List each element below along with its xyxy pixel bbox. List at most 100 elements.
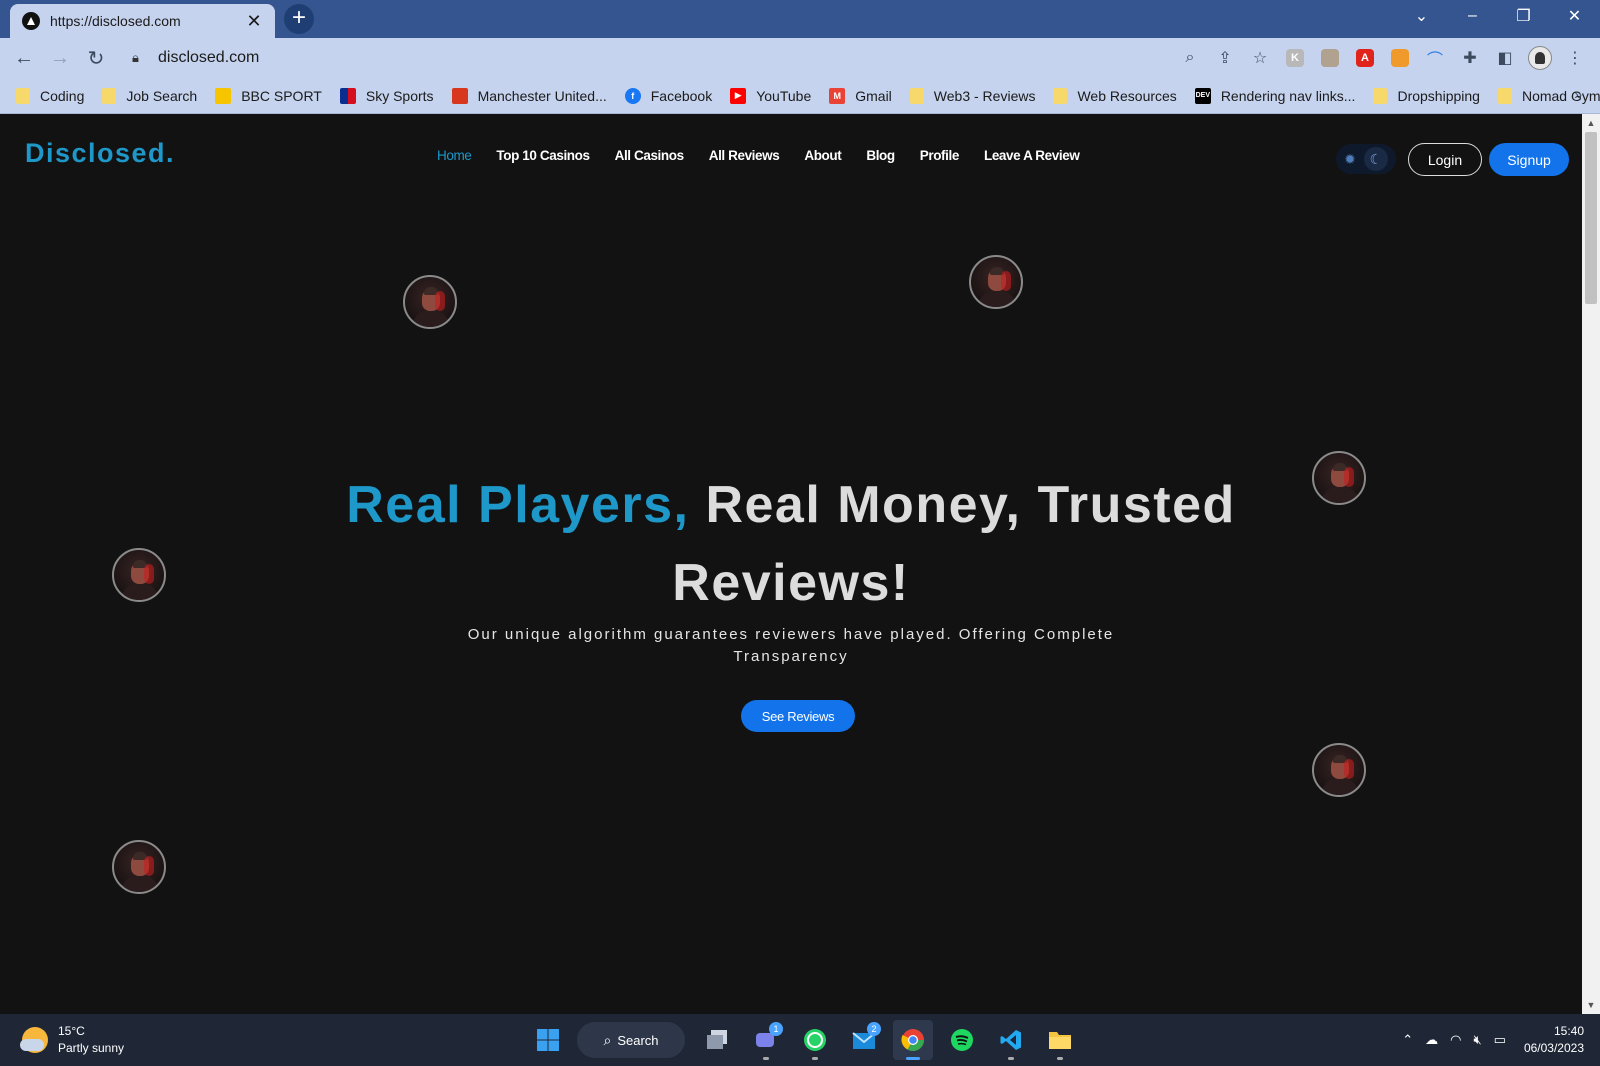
bookmark-item[interactable]: Coding: [16, 87, 84, 104]
bookmarks-bar: Coding Job Search BBC SPORT Sky Sports Manch…: [0, 78, 1600, 114]
bookmark-star-icon[interactable]: ☆: [1245, 43, 1275, 73]
teams-chat-icon[interactable]: 1: [746, 1020, 786, 1060]
back-icon[interactable]: ←: [6, 42, 42, 74]
toolbar-icons: ⌕ ⇪ ☆ K A ⌒ ✚ ◧ ⋮: [1170, 42, 1590, 74]
extension-adobe-icon[interactable]: A: [1350, 43, 1380, 73]
windows-taskbar: 15°C Partly sunny ⌕ Search 1 2 ⌃ ☁ ◠ 🔇︎ …: [0, 1014, 1600, 1066]
window-controls: ⌄ – ❐ ✕: [1396, 0, 1600, 32]
nav-link-about[interactable]: About: [804, 148, 841, 163]
bookmarks-overflow-icon[interactable]: »: [1574, 86, 1582, 102]
bookmark-label: Rendering nav links...: [1220, 87, 1356, 104]
bookmark-item[interactable]: Dropshipping: [1373, 87, 1480, 104]
site-favicon-icon: [22, 12, 40, 30]
windows-start-icon[interactable]: [528, 1020, 568, 1060]
restore-icon[interactable]: ❐: [1498, 0, 1549, 32]
login-button[interactable]: Login: [1408, 143, 1482, 176]
close-tab-icon[interactable]: ✕: [245, 12, 263, 30]
reviewer-avatar: [403, 275, 457, 329]
bookmark-item[interactable]: ▶ YouTube: [730, 87, 811, 104]
weather-desc: Partly sunny: [58, 1041, 125, 1055]
scroll-thumb[interactable]: [1585, 132, 1597, 304]
url-field[interactable]: 🔒︎ disclosed.com: [122, 42, 1252, 74]
nav-link-profile[interactable]: Profile: [920, 148, 960, 163]
bookmark-label: Nomad Gym: [1521, 87, 1600, 104]
reviewer-avatar: [969, 255, 1023, 309]
extensions-puzzle-icon[interactable]: ✚: [1455, 43, 1485, 73]
sun-icon[interactable]: ✹: [1344, 151, 1356, 168]
site-logo[interactable]: Disclosed.: [25, 138, 175, 169]
taskbar-search[interactable]: ⌕ Search: [577, 1022, 685, 1058]
bookmark-item[interactable]: Manchester United...: [451, 87, 607, 104]
task-view-icon[interactable]: [697, 1020, 737, 1060]
close-window-icon[interactable]: ✕: [1549, 0, 1600, 32]
bookmark-item[interactable]: Web Resources: [1053, 87, 1177, 104]
battery-icon[interactable]: ▭: [1494, 1032, 1506, 1048]
bookmark-item[interactable]: Sky Sports: [339, 87, 434, 104]
mail-badge: 2: [867, 1022, 881, 1036]
zoom-icon[interactable]: ⌕: [1175, 43, 1205, 73]
extension-orange-icon[interactable]: [1385, 43, 1415, 73]
mail-icon[interactable]: 2: [844, 1020, 884, 1060]
forward-icon[interactable]: →: [42, 42, 78, 74]
hero-title-rest: Real Money, Trusted: [689, 476, 1236, 534]
url-text[interactable]: disclosed.com: [158, 49, 259, 67]
side-panel-icon[interactable]: ◧: [1490, 43, 1520, 73]
folder-icon: [909, 87, 924, 104]
bookmark-item[interactable]: f Facebook: [624, 87, 712, 104]
whatsapp-icon[interactable]: [795, 1020, 835, 1060]
nav-link-blog[interactable]: Blog: [866, 148, 895, 163]
nav-link-home[interactable]: Home: [437, 148, 472, 163]
vscode-icon[interactable]: [991, 1020, 1031, 1060]
extension-k-icon[interactable]: K: [1280, 43, 1310, 73]
bookmark-label: Sky Sports: [365, 87, 434, 104]
page-scrollbar[interactable]: ▲ ▼: [1582, 114, 1600, 1014]
wifi-icon[interactable]: ◠: [1450, 1032, 1461, 1048]
weather-widget[interactable]: 15°C Partly sunny: [20, 1023, 125, 1057]
scroll-down-icon[interactable]: ▼: [1586, 1000, 1596, 1010]
bookmark-item[interactable]: Web3 - Reviews: [909, 87, 1035, 104]
theme-toggle[interactable]: ✹ ☾: [1336, 144, 1396, 174]
bookmark-item[interactable]: BBC SPORT: [215, 87, 322, 104]
scroll-up-icon[interactable]: ▲: [1586, 118, 1596, 128]
clock-time: 15:40: [1553, 1024, 1584, 1038]
minimize-icon[interactable]: –: [1447, 0, 1498, 32]
folder-icon: [102, 87, 117, 104]
moon-icon[interactable]: ☾: [1363, 147, 1388, 171]
see-reviews-button[interactable]: See Reviews: [741, 700, 855, 732]
gmail-icon: M: [829, 87, 846, 104]
profile-avatar-icon[interactable]: [1525, 43, 1555, 73]
signup-button[interactable]: Signup: [1489, 143, 1569, 176]
tab-title: https://disclosed.com: [50, 13, 181, 29]
bookmark-item[interactable]: M Gmail: [829, 87, 892, 104]
tab-search-icon[interactable]: ⌄: [1396, 0, 1447, 32]
folder-icon: [1053, 87, 1068, 104]
extension-h-icon[interactable]: [1315, 43, 1345, 73]
menu-kebab-icon[interactable]: ⋮: [1560, 43, 1590, 73]
bookmark-label: BBC SPORT: [241, 87, 322, 104]
share-icon[interactable]: ⇪: [1210, 43, 1240, 73]
clock[interactable]: 15:40 06/03/2023: [1524, 1023, 1584, 1057]
spotify-icon[interactable]: [942, 1020, 982, 1060]
new-tab-button[interactable]: +: [284, 4, 314, 34]
file-explorer-icon[interactable]: [1040, 1020, 1080, 1060]
browser-tab[interactable]: https://disclosed.com ✕: [10, 4, 275, 38]
volume-muted-icon[interactable]: 🔇︎: [1473, 1032, 1481, 1048]
extension-arc-icon[interactable]: ⌒: [1420, 43, 1450, 73]
nav-link-all-reviews[interactable]: All Reviews: [709, 148, 780, 163]
nav-link-top-10-casinos[interactable]: Top 10 Casinos: [496, 148, 590, 163]
nav-link-all-casinos[interactable]: All Casinos: [615, 148, 685, 163]
bookmark-label: Manchester United...: [477, 87, 607, 104]
chrome-icon[interactable]: [893, 1020, 933, 1060]
nav-link-leave-a-review[interactable]: Leave A Review: [984, 148, 1080, 163]
onedrive-icon[interactable]: ☁: [1425, 1032, 1438, 1048]
chevron-up-icon[interactable]: ⌃: [1402, 1032, 1413, 1048]
bookmark-item[interactable]: Job Search: [102, 87, 198, 104]
bookmark-label: Job Search: [126, 87, 198, 104]
bookmark-label: Web Resources: [1077, 87, 1177, 104]
bookmark-item[interactable]: DEV Rendering nav links...: [1194, 87, 1356, 104]
man-united-icon: [451, 87, 468, 104]
bookmark-item[interactable]: Nomad Gym: [1497, 87, 1600, 104]
lock-icon[interactable]: 🔒︎: [132, 50, 150, 66]
address-bar: ← → ↻ 🔒︎ disclosed.com ⌕ ⇪ ☆ K A ⌒ ✚ ◧ ⋮: [0, 38, 1600, 78]
reload-icon[interactable]: ↻: [78, 42, 114, 74]
